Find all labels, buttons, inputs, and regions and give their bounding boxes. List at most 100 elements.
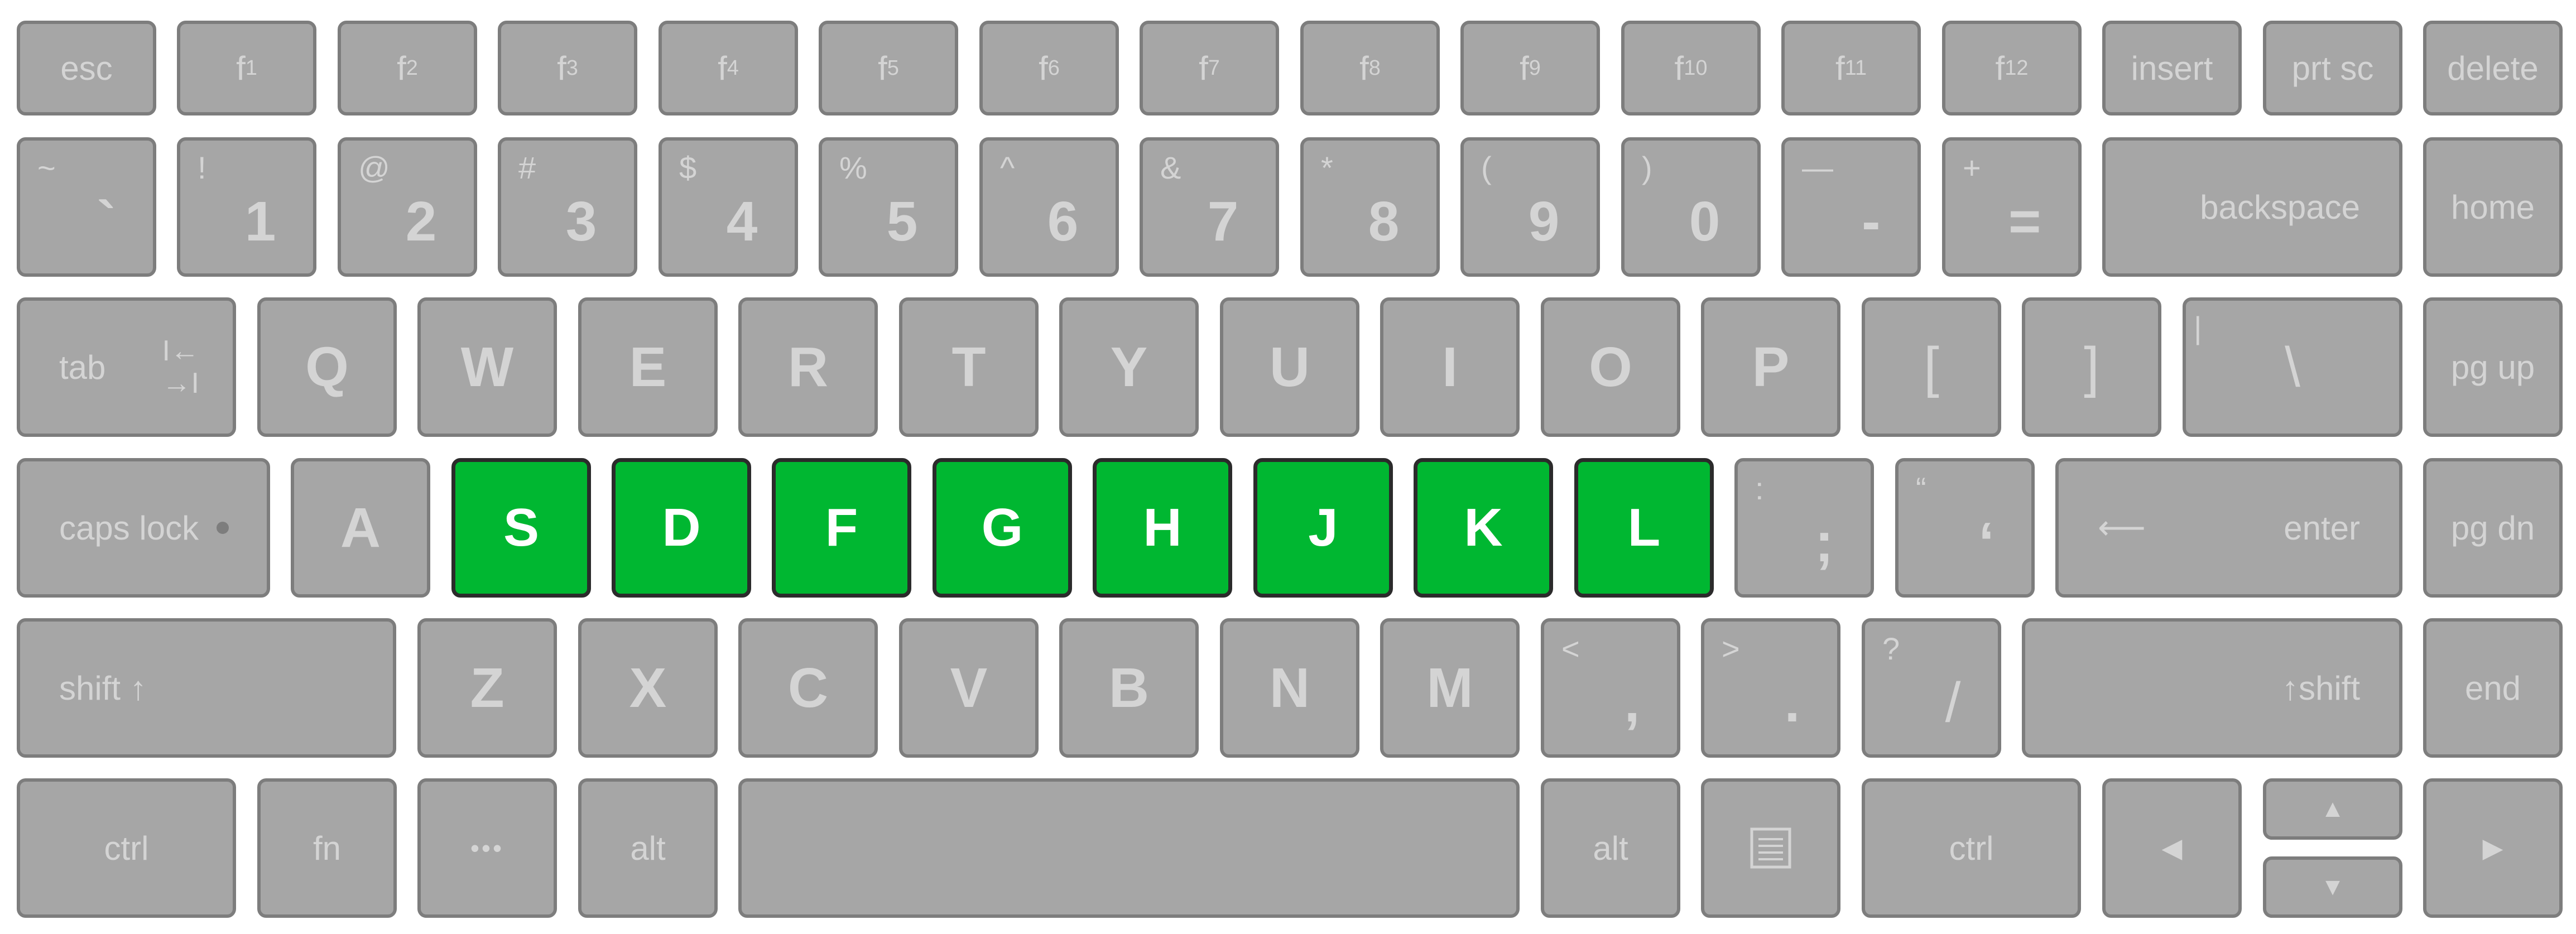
key-o[interactable]: O xyxy=(1541,297,1680,437)
key-shift-left[interactable]: shift ↑ xyxy=(17,618,396,758)
key-enter[interactable]: ⟵ enter xyxy=(2055,458,2402,598)
key-pgdn[interactable]: pg dn xyxy=(2423,458,2563,598)
key-f5[interactable]: f5 xyxy=(819,21,958,115)
key-label: 2 xyxy=(405,190,437,253)
key-insert[interactable]: insert xyxy=(2102,21,2242,115)
key-8[interactable]: * 8 xyxy=(1300,137,1440,277)
key-arrow-up[interactable]: ▲ xyxy=(2263,778,2402,840)
key-f12[interactable]: f 12 xyxy=(1942,21,2082,115)
key-label: esc xyxy=(60,49,113,87)
key-label: insert xyxy=(2131,49,2213,87)
key-alt-right[interactable]: alt xyxy=(1541,778,1680,918)
key-dots[interactable]: ••• xyxy=(417,778,557,918)
key-w[interactable]: W xyxy=(417,297,557,437)
key-pgup[interactable]: pg up xyxy=(2423,297,2563,437)
key-left-bracket[interactable]: [ xyxy=(1862,297,2001,437)
key-h[interactable]: H xyxy=(1093,458,1232,598)
key-2[interactable]: @2 xyxy=(338,137,477,277)
key-period[interactable]: >. xyxy=(1701,618,1840,758)
key-f[interactable]: F xyxy=(772,458,911,598)
key-4[interactable]: $4 xyxy=(659,137,798,277)
key-s[interactable]: S xyxy=(451,458,591,598)
key-label: f xyxy=(397,49,406,87)
key-backtick[interactable]: ~ ` xyxy=(17,137,156,277)
key-u[interactable]: U xyxy=(1220,297,1359,437)
key-f8[interactable]: f8 xyxy=(1300,21,1440,115)
key-l[interactable]: L xyxy=(1574,458,1714,598)
key-arrow-right[interactable]: ▶ xyxy=(2423,778,2563,918)
key-m[interactable]: M xyxy=(1380,618,1520,758)
key-shift-symbol: & xyxy=(1160,150,1181,186)
key-d[interactable]: D xyxy=(612,458,751,598)
key-f6[interactable]: f6 xyxy=(979,21,1119,115)
key-t[interactable]: T xyxy=(899,297,1039,437)
key-shift-right[interactable]: ↑shift xyxy=(2022,618,2402,758)
key-label: N xyxy=(1269,656,1310,719)
key-arrow-down[interactable]: ▼ xyxy=(2263,856,2402,918)
key-f9[interactable]: f9 xyxy=(1460,21,1600,115)
key-shift-symbol: + xyxy=(1962,150,1981,186)
key-p[interactable]: P xyxy=(1701,297,1840,437)
key-fn[interactable]: fn xyxy=(257,778,397,918)
key-f3[interactable]: f3 xyxy=(498,21,637,115)
key-caps-lock[interactable]: caps lock xyxy=(17,458,270,598)
key-backspace[interactable]: backspace xyxy=(2102,137,2402,277)
key-f1[interactable]: f1 xyxy=(177,21,316,115)
key-5[interactable]: % 5 xyxy=(819,137,958,277)
key-r[interactable]: R xyxy=(738,297,878,437)
key-f7[interactable]: f7 xyxy=(1140,21,1279,115)
key-q[interactable]: Q xyxy=(257,297,397,437)
key-space[interactable] xyxy=(738,778,1520,918)
key-f4[interactable]: f4 xyxy=(659,21,798,115)
key-v[interactable]: V xyxy=(899,618,1039,758)
key-label: ↑shift xyxy=(2281,669,2360,707)
key-backslash[interactable]: | \ xyxy=(2183,297,2402,437)
key-slash[interactable]: ? / xyxy=(1862,618,2001,758)
key-j[interactable]: J xyxy=(1253,458,1393,598)
key-label: 1 xyxy=(244,190,276,253)
key-k[interactable]: K xyxy=(1414,458,1553,598)
key-9[interactable]: (9 xyxy=(1460,137,1600,277)
key-3[interactable]: #3 xyxy=(498,137,637,277)
key-z[interactable]: Z xyxy=(417,618,557,758)
enter-arrow-icon: ⟵ xyxy=(2098,509,2146,546)
key-e[interactable]: E xyxy=(578,297,718,437)
key-label: 12 xyxy=(2005,56,2029,80)
key-g[interactable]: G xyxy=(933,458,1072,598)
key-esc[interactable]: esc xyxy=(17,21,156,115)
key-label: U xyxy=(1269,335,1310,398)
key-f2[interactable]: f2 xyxy=(338,21,477,115)
key-i[interactable]: I xyxy=(1380,297,1520,437)
key-y[interactable]: Y xyxy=(1059,297,1199,437)
key-a[interactable]: A xyxy=(291,458,430,598)
key-tab[interactable]: tab I← →I xyxy=(17,297,236,437)
key-7[interactable]: & 7 xyxy=(1140,137,1279,277)
key-label: [ xyxy=(1924,335,1939,398)
key-menu[interactable] xyxy=(1701,778,1840,918)
key-semicolon[interactable]: :; xyxy=(1734,458,1874,598)
key-c[interactable]: C xyxy=(738,618,878,758)
key-0[interactable]: ) 0 xyxy=(1621,137,1761,277)
key-comma[interactable]: <, xyxy=(1541,618,1680,758)
key-1[interactable]: ! 1 xyxy=(177,137,316,277)
key-delete[interactable]: delete xyxy=(2423,21,2563,115)
key-arrow-left[interactable]: ◀ xyxy=(2102,778,2242,918)
key-end[interactable]: end xyxy=(2423,618,2563,758)
key-b[interactable]: B xyxy=(1059,618,1199,758)
key-alt-left[interactable]: alt xyxy=(578,778,718,918)
key-shift-symbol: $ xyxy=(679,150,697,186)
key-minus[interactable]: — - xyxy=(1781,137,1921,277)
key-label: C xyxy=(787,656,829,719)
key-f10[interactable]: f 10 xyxy=(1621,21,1761,115)
key-right-bracket[interactable]: ] xyxy=(2022,297,2161,437)
key-ctrl-right[interactable]: ctrl xyxy=(1862,778,2081,918)
key-ctrl-left[interactable]: ctrl xyxy=(17,778,236,918)
key-n[interactable]: N xyxy=(1220,618,1359,758)
key-quote[interactable]: “‘ xyxy=(1895,458,2035,598)
key-prtsc[interactable]: prt sc xyxy=(2263,21,2402,115)
key-home[interactable]: home xyxy=(2423,137,2563,277)
key-f11[interactable]: f 11 xyxy=(1781,21,1921,115)
key-equals[interactable]: + = xyxy=(1942,137,2082,277)
key-x[interactable]: X xyxy=(578,618,718,758)
key-6[interactable]: ^ 6 xyxy=(979,137,1119,277)
